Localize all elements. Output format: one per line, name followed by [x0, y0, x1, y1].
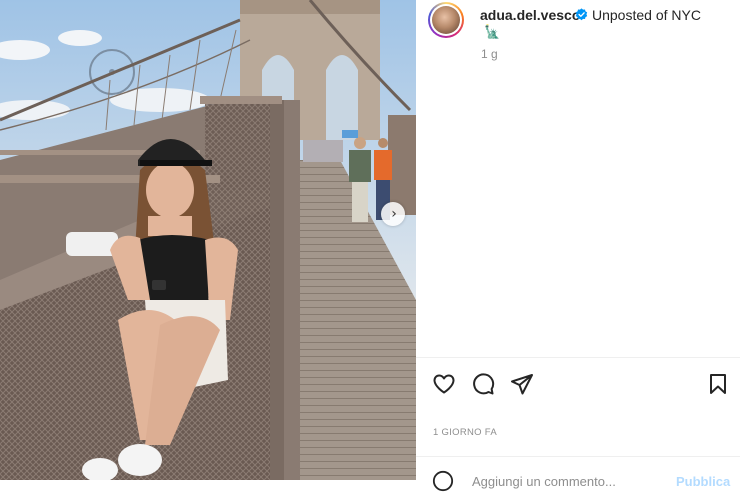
chevron-right-icon: › — [391, 206, 397, 222]
smiley-icon[interactable] — [432, 470, 454, 492]
post-photo[interactable]: › — [0, 0, 416, 480]
caption-emoji: 🗽 — [484, 25, 501, 40]
post-caption: Unposted of NYC — [592, 7, 701, 23]
paper-plane-icon[interactable] — [510, 372, 534, 396]
divider — [416, 357, 740, 358]
photo-scene — [0, 0, 416, 480]
post-date: 1 GIORNO FA — [433, 427, 498, 438]
divider — [416, 456, 740, 457]
verified-badge-icon — [575, 8, 588, 21]
next-image-button[interactable]: › — [381, 202, 405, 226]
post-time[interactable]: 1 g — [481, 47, 498, 61]
avatar[interactable] — [428, 2, 464, 38]
bookmark-icon[interactable] — [706, 372, 730, 396]
heart-icon[interactable] — [432, 372, 456, 396]
publish-button[interactable]: Pubblica — [676, 474, 730, 489]
username-link[interactable]: adua.del.vesco — [480, 7, 580, 23]
post-details-panel: adua.del.vesco Unposted of NYC 🗽 1 g 1 G… — [416, 0, 740, 492]
comment-input[interactable]: Aggiungi un commento... — [472, 474, 616, 489]
avatar-image — [432, 6, 460, 34]
comment-icon[interactable] — [471, 372, 495, 396]
